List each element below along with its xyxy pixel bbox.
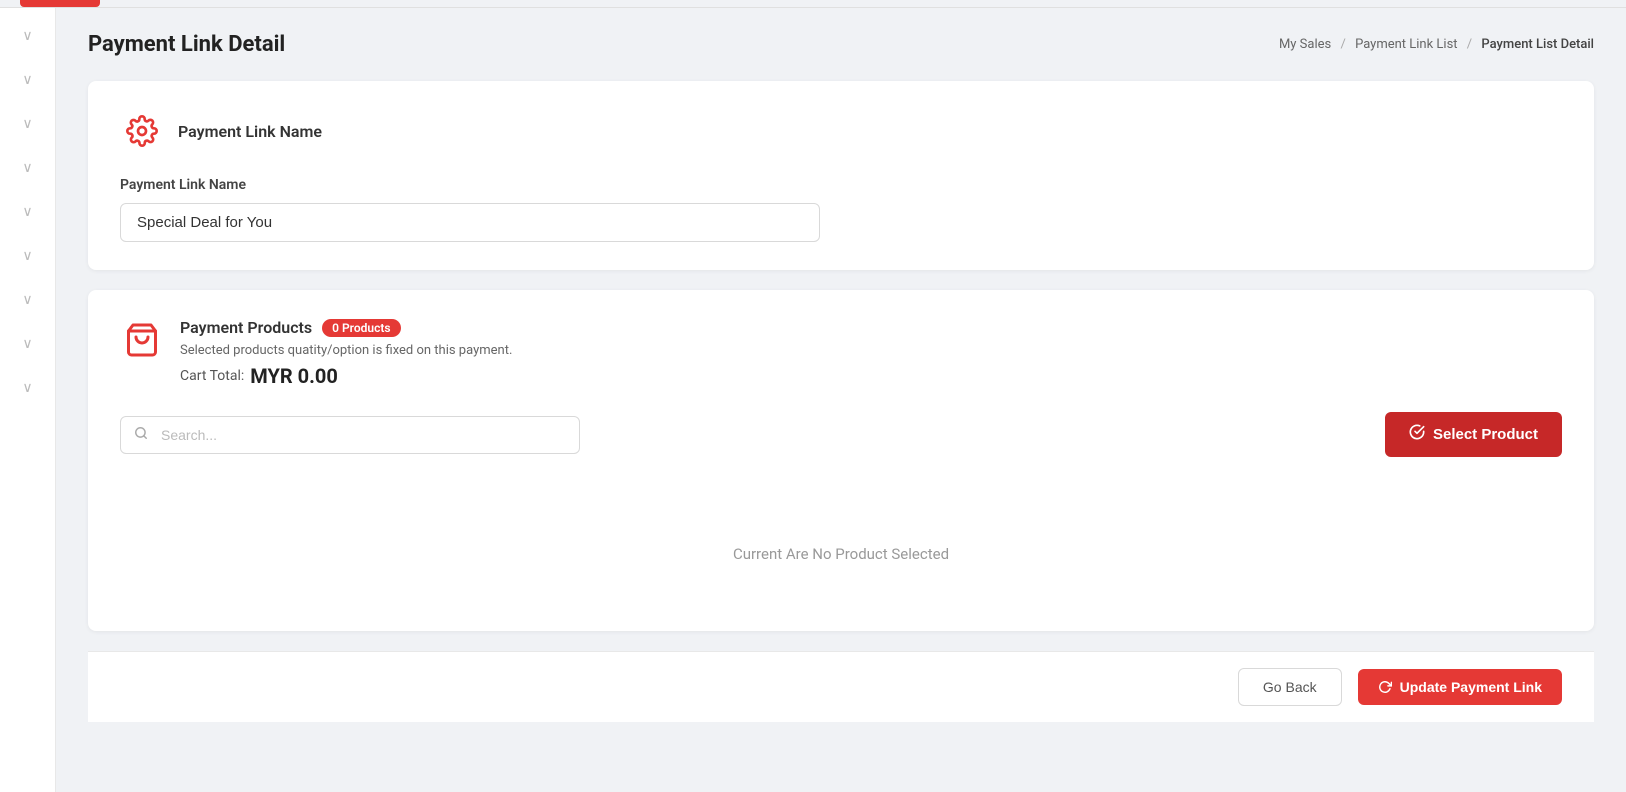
products-title-row: Payment Products 0 Products (180, 318, 1562, 337)
search-icon (134, 426, 148, 444)
bottom-bar: Go Back Update Payment Link (88, 651, 1594, 722)
gear-icon (126, 115, 158, 147)
select-product-label: Select Product (1433, 426, 1538, 443)
sidebar-chevron-9[interactable]: ∨ (0, 376, 55, 400)
product-search-input[interactable] (120, 416, 580, 454)
sidebar-chevron-6[interactable]: ∨ (0, 244, 55, 268)
sidebar-chevron-1[interactable]: ∨ (0, 24, 55, 48)
page-title: Payment Link Detail (88, 32, 285, 57)
sidebar-chevron-7[interactable]: ∨ (0, 288, 55, 312)
payment-link-name-input[interactable] (120, 203, 820, 242)
payment-link-name-card: Payment Link Name Payment Link Name (88, 81, 1594, 270)
select-product-button[interactable]: Select Product (1385, 412, 1562, 457)
sidebar-chevron-8[interactable]: ∨ (0, 332, 55, 356)
empty-state: Current Are No Product Selected (120, 485, 1562, 603)
update-label: Update Payment Link (1400, 679, 1542, 695)
payment-products-card: Payment Products 0 Products Selected pro… (88, 290, 1594, 631)
breadcrumb-separator-2: / (1467, 37, 1472, 52)
payment-link-name-label: Payment Link Name (120, 177, 1562, 193)
main-content: Payment Link Detail My Sales / Payment L… (56, 8, 1626, 792)
card-section-title-1: Payment Link Name (178, 122, 322, 141)
products-count-badge: 0 Products (322, 319, 400, 337)
go-back-label: Go Back (1263, 679, 1317, 695)
payment-products-header: Payment Products 0 Products Selected pro… (120, 318, 1562, 388)
breadcrumb: My Sales / Payment Link List / Payment L… (1279, 37, 1594, 52)
check-circle-icon (1409, 424, 1425, 445)
sidebar: ∨ ∨ ∨ ∨ ∨ ∨ ∨ ∨ ∨ (0, 8, 56, 792)
update-payment-link-button[interactable]: Update Payment Link (1358, 669, 1562, 705)
search-wrapper (120, 416, 580, 454)
breadcrumb-item-2[interactable]: Payment Link List (1355, 37, 1458, 52)
gear-icon-container (120, 109, 164, 153)
empty-state-message: Current Are No Product Selected (733, 545, 949, 563)
search-and-button-row: Select Product (120, 412, 1562, 457)
cart-total-label: Cart Total: (180, 368, 244, 384)
sidebar-chevron-5[interactable]: ∨ (0, 200, 55, 224)
breadcrumb-separator-1: / (1340, 37, 1345, 52)
breadcrumb-item-3: Payment List Detail (1481, 37, 1594, 52)
refresh-icon (1378, 680, 1392, 694)
cart-total-row: Cart Total: MYR 0.00 (180, 364, 1562, 388)
sidebar-chevron-2[interactable]: ∨ (0, 68, 55, 92)
basket-icon-container (120, 318, 164, 362)
go-back-button[interactable]: Go Back (1238, 668, 1342, 706)
products-title: Payment Products (180, 318, 312, 337)
sidebar-chevron-3[interactable]: ∨ (0, 112, 55, 136)
basket-icon (124, 322, 160, 358)
products-description: Selected products quatity/option is fixe… (180, 343, 1562, 358)
card-section-header-1: Payment Link Name (120, 109, 1562, 153)
page-header: Payment Link Detail My Sales / Payment L… (88, 32, 1594, 57)
sidebar-chevron-4[interactable]: ∨ (0, 156, 55, 180)
products-info: Payment Products 0 Products Selected pro… (180, 318, 1562, 388)
cart-total-amount: MYR 0.00 (250, 364, 338, 388)
breadcrumb-item-1[interactable]: My Sales (1279, 37, 1331, 52)
